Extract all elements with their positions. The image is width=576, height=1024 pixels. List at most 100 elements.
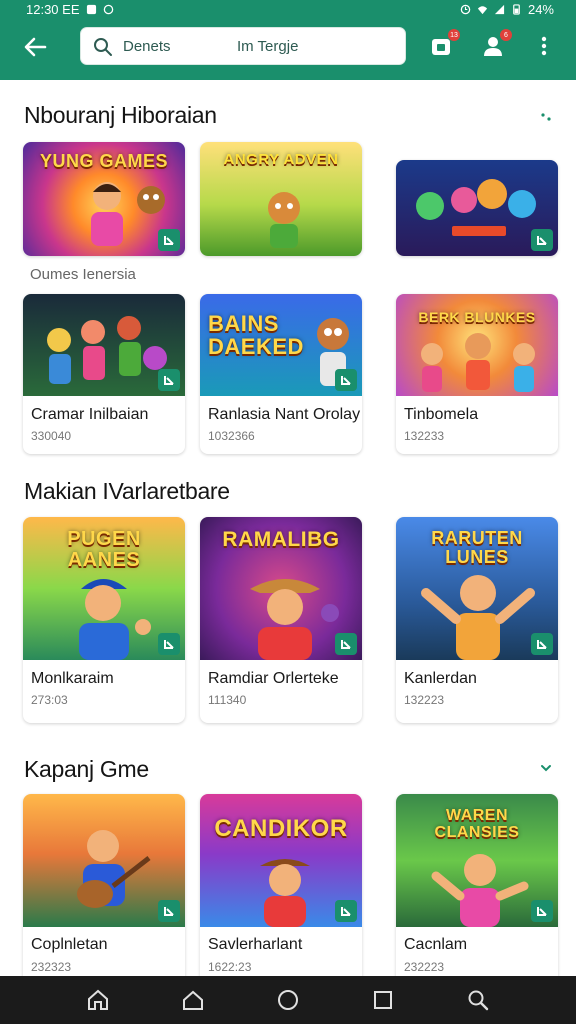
more-vert-icon — [541, 36, 547, 56]
download-icon — [341, 640, 351, 649]
game-card[interactable]: Coplnletan 232323 — [23, 794, 185, 976]
nav-search-button[interactable] — [465, 987, 491, 1013]
game-art-icon — [77, 830, 151, 908]
thumbnail-title: YUNG GAMES — [39, 151, 168, 171]
chevron-down-icon[interactable] — [538, 760, 554, 776]
home-outline-icon — [87, 989, 108, 1010]
download-icon — [164, 640, 174, 649]
game-thumbnail — [23, 294, 185, 396]
back-button[interactable] — [18, 32, 52, 62]
game-thumbnail: YUNG GAMES — [23, 142, 185, 256]
download-button[interactable] — [158, 633, 180, 655]
whatsapp-icon — [103, 4, 113, 14]
game-art-icon — [260, 859, 310, 927]
game-art-icon — [91, 182, 123, 246]
section-title: Makian IVarlaretbare — [24, 478, 230, 504]
game-card[interactable] — [396, 160, 558, 256]
square-icon — [374, 991, 393, 1009]
thumbnail-title: RARUTEN LUNES — [431, 528, 523, 567]
download-button[interactable] — [158, 369, 180, 391]
game-art-icon — [416, 179, 536, 236]
app-bar: Denets Im Tergje 13 6 — [0, 18, 576, 80]
game-art-icon — [421, 333, 535, 392]
game-thumbnail: RAMALIBG — [200, 517, 362, 660]
notification-badge: 13 — [448, 29, 460, 41]
download-button[interactable] — [158, 900, 180, 922]
game-card[interactable]: RARUTEN LUNES Kanlerdan 132223 — [396, 517, 558, 723]
game-art-icon — [137, 186, 165, 214]
nav-home-button[interactable] — [180, 987, 206, 1013]
thumbnail-title: PUGEN AANES — [67, 528, 141, 571]
download-icon — [341, 907, 351, 916]
content-scroll[interactable]: Nbouranj Hiboraian YUNG GAMES ANGRY ADVE… — [0, 80, 576, 976]
game-card[interactable]: PUGEN AANES Monlkaraim 273:03 — [23, 517, 185, 723]
thumbnail-title: CANDIKOR — [214, 815, 348, 842]
circle-icon — [277, 990, 298, 1010]
thumbnail-title: RAMALIBG — [222, 528, 340, 551]
download-button[interactable] — [158, 229, 180, 251]
clock: 12:30 EE — [26, 1, 80, 17]
game-card[interactable]: RAMALIBG Ramdiar Orlerteke 111340 — [200, 517, 362, 723]
battery-level: 24% — [527, 1, 554, 17]
search-input[interactable]: Denets Im Tergje — [80, 27, 406, 65]
download-count: 132223 — [404, 693, 445, 707]
game-name: Cacnlam — [404, 936, 468, 953]
nav-home-alt-button[interactable] — [85, 987, 111, 1013]
download-button[interactable] — [531, 633, 553, 655]
profile-badge: 6 — [500, 29, 512, 41]
download-icon — [341, 376, 351, 385]
notification-icon — [86, 4, 96, 14]
game-art-icon — [268, 192, 300, 248]
download-button[interactable] — [335, 633, 357, 655]
game-card[interactable]: Cramar Inilbaian 330040 — [23, 294, 185, 454]
download-count: 111340 — [208, 693, 247, 707]
download-icon — [164, 907, 174, 916]
notifications-button[interactable]: 13 — [428, 29, 460, 59]
nav-recents-button[interactable] — [370, 987, 396, 1013]
search-prefix: Denets — [123, 38, 171, 55]
game-thumbnail: BERK BLUNKES — [396, 294, 558, 396]
arrow-left-icon — [24, 37, 47, 57]
signal-icon — [494, 4, 505, 14]
profile-button[interactable]: 6 — [480, 29, 512, 59]
download-icon — [537, 907, 547, 916]
alarm-icon — [460, 4, 471, 14]
game-art-icon — [47, 316, 167, 384]
download-button[interactable] — [531, 900, 553, 922]
thumbnail-title: ANGRY ADVEN — [223, 151, 339, 168]
overflow-menu-button[interactable] — [531, 33, 557, 59]
game-card[interactable]: YUNG GAMES — [23, 142, 185, 256]
game-thumbnail: BAINS DAEKED — [200, 294, 362, 396]
thumbnail-title: WAREN CLANSIES — [434, 807, 520, 841]
search-query: Im Tergje — [237, 38, 299, 55]
game-card[interactable]: WAREN CLANSIES Cacnlam 232223 — [396, 794, 558, 976]
row-caption: Oumes Ienersia — [30, 266, 136, 283]
download-count: 273:03 — [31, 693, 68, 707]
game-thumbnail: RARUTEN LUNES — [396, 517, 558, 660]
section-title: Kapanj Gme — [24, 756, 149, 782]
status-bar: 12:30 EE 24% — [0, 0, 576, 18]
thumbnail-title: BERK BLUNKES — [418, 309, 536, 325]
download-button[interactable] — [335, 369, 357, 391]
download-icon — [537, 236, 547, 245]
game-card[interactable]: ANGRY ADVEN — [200, 142, 362, 256]
download-count: 232223 — [404, 960, 445, 974]
game-art-icon — [250, 579, 339, 660]
nav-circle-button[interactable] — [275, 987, 301, 1013]
game-thumbnail: WAREN CLANSIES — [396, 794, 558, 927]
game-card[interactable]: BERK BLUNKES Tinbomela 132233 — [396, 294, 558, 454]
game-thumbnail — [23, 794, 185, 927]
game-name: Monlkaraim — [31, 670, 114, 687]
game-name: Savlerharlant — [208, 936, 303, 953]
game-card[interactable]: BAINS DAEKED Ranlasia Nant Orolay 103236… — [200, 294, 362, 454]
game-art-icon — [431, 854, 529, 927]
game-name: Tinbomela — [404, 406, 479, 423]
search-icon — [468, 990, 489, 1011]
download-button[interactable] — [531, 229, 553, 251]
download-button[interactable] — [335, 900, 357, 922]
download-count: 132233 — [404, 429, 445, 443]
expand-icon[interactable] — [538, 108, 554, 124]
game-thumbnail — [396, 160, 558, 256]
game-card[interactable]: CANDIKOR Savlerharlant 1622:23 — [200, 794, 362, 976]
game-name: Ramdiar Orlerteke — [208, 670, 339, 687]
